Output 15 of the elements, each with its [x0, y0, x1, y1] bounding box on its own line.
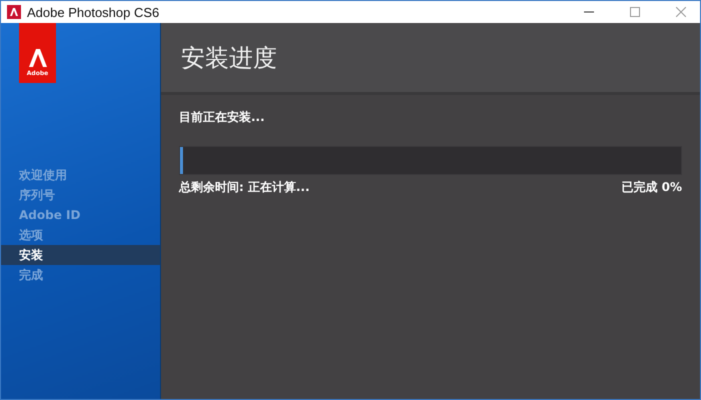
sidebar-item[interactable]: 序列号 [1, 185, 160, 205]
sidebar-item[interactable]: 欢迎使用 [1, 165, 160, 185]
remaining-time-text: 总剩余时间: 正在计算... [179, 179, 310, 196]
status-text: 目前正在安装... [179, 109, 266, 126]
percent-complete-text: 已完成 0% [621, 179, 682, 196]
sidebar-item[interactable]: Adobe ID [1, 205, 160, 225]
window-title: Adobe Photoshop CS6 [27, 4, 160, 20]
maximize-icon[interactable] [630, 7, 640, 17]
sidebar-item[interactable]: 完成 [1, 265, 160, 285]
adobe-logo-icon [28, 48, 48, 68]
sidebar-item[interactable]: 安装 [1, 245, 160, 265]
app-logo-icon [7, 5, 21, 19]
close-icon[interactable] [676, 7, 686, 17]
page-title: 安装进度 [181, 42, 277, 74]
sidebar-item[interactable]: 选项 [1, 225, 160, 245]
